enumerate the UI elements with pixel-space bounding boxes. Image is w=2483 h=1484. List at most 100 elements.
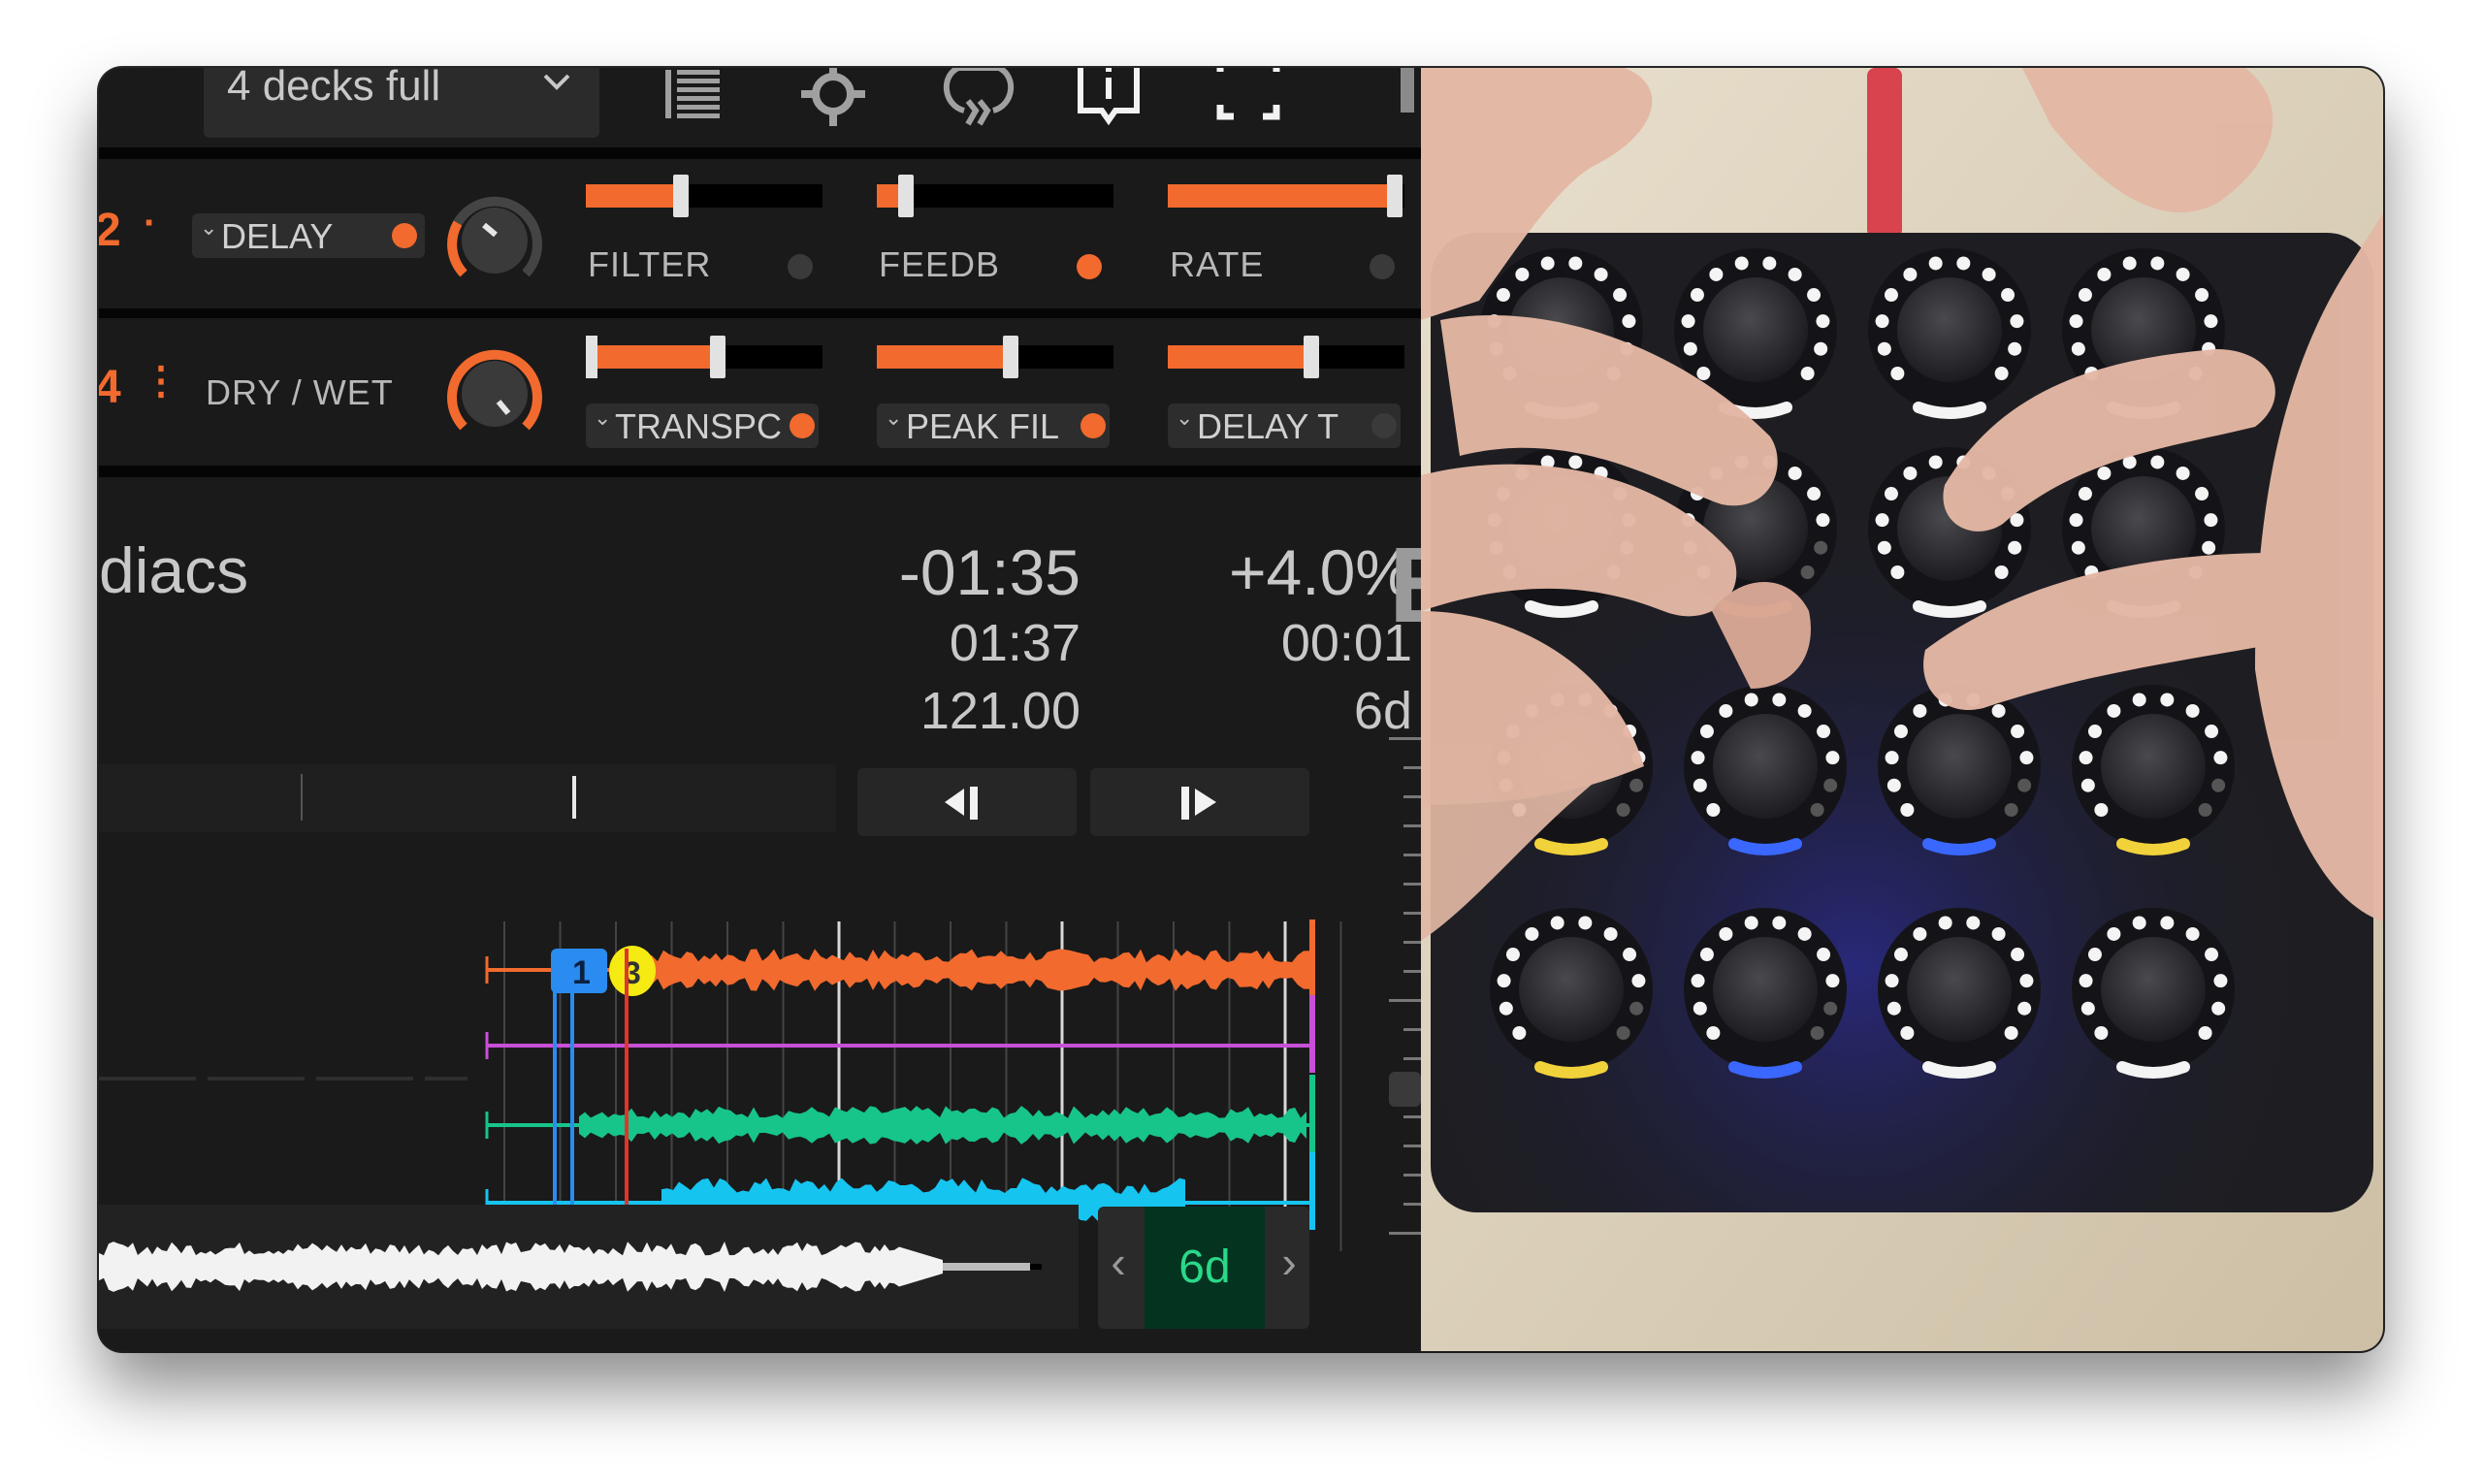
knob-led bbox=[2078, 288, 2092, 303]
knob-led bbox=[2071, 341, 2085, 356]
knob-led bbox=[1578, 916, 1593, 930]
knob-status-led bbox=[1922, 838, 1996, 855]
stem-level-other bbox=[1309, 1075, 1315, 1152]
knob-led bbox=[1814, 540, 1828, 555]
fx-unit-indicator: ⋮ bbox=[142, 360, 180, 403]
knob-led bbox=[1497, 974, 1511, 988]
fx-param-dropdown[interactable]: ⌄ DELAY T bbox=[1168, 403, 1401, 448]
beatjump-back-button[interactable] bbox=[857, 768, 1077, 836]
knob-led bbox=[2132, 916, 2146, 930]
track-overview[interactable] bbox=[99, 1205, 1079, 1329]
knob-cap bbox=[2101, 714, 2206, 819]
sync-loop-icon[interactable] bbox=[935, 68, 1022, 130]
fx-dry-wet-knob[interactable] bbox=[436, 334, 553, 450]
fx-param-dropdown[interactable]: ⌄ PEAK FIL bbox=[877, 403, 1110, 448]
fx-param-dropdown[interactable]: ⌄ TRANSPC bbox=[586, 403, 819, 448]
knob-led bbox=[1706, 1025, 1721, 1040]
knob-led bbox=[1816, 314, 1830, 329]
fx-param-label: RATE bbox=[1170, 244, 1265, 284]
knob-led bbox=[2087, 725, 2102, 739]
deck-letter: B bbox=[1389, 524, 1421, 647]
fader-tick bbox=[1403, 941, 1421, 944]
fx-param-led[interactable] bbox=[1080, 413, 1106, 438]
knob-cap bbox=[1907, 937, 2012, 1042]
fx-effect-led[interactable] bbox=[392, 223, 417, 248]
tempo-fader[interactable] bbox=[1389, 727, 1421, 1271]
knob-led bbox=[1505, 948, 1520, 962]
fx-param-led[interactable] bbox=[790, 413, 815, 438]
remaining-time: -01:35 bbox=[898, 536, 1080, 608]
knob-led bbox=[2160, 693, 2175, 707]
loop-size-display[interactable]: 6d bbox=[1145, 1207, 1265, 1329]
knob-led bbox=[1825, 974, 1840, 988]
knob-led bbox=[2185, 926, 2200, 941]
knob-led bbox=[1884, 487, 1898, 501]
knob-status-led bbox=[1728, 838, 1802, 855]
knob-led bbox=[2211, 778, 2226, 792]
knob-led bbox=[1825, 751, 1840, 765]
knob-led bbox=[1991, 703, 2006, 718]
chevron-down-icon: ⌄ bbox=[594, 405, 612, 430]
knob-graphic bbox=[447, 196, 542, 277]
knob-cap bbox=[1703, 277, 1808, 382]
fx-param-slider-filter[interactable] bbox=[586, 175, 822, 217]
fader-tick bbox=[1403, 1145, 1421, 1147]
fader-tick bbox=[1403, 1174, 1421, 1177]
knob-led bbox=[1797, 703, 1812, 718]
stem-level-vocals bbox=[1309, 1152, 1315, 1230]
knob-led bbox=[1913, 703, 1927, 718]
loop-next-button[interactable]: › bbox=[1269, 1236, 1309, 1288]
fx-unit-number: 2 bbox=[99, 205, 121, 256]
knob-led bbox=[1515, 267, 1530, 281]
browser-list-icon[interactable] bbox=[661, 68, 729, 130]
fullscreen-icon[interactable] bbox=[1214, 68, 1282, 130]
knob-led bbox=[2160, 916, 2175, 930]
stem-level-bass bbox=[1309, 995, 1315, 1073]
knob-led bbox=[2195, 487, 2209, 501]
panel-edge-button[interactable] bbox=[1401, 68, 1414, 113]
knob-led bbox=[1877, 540, 1891, 555]
knob-led bbox=[1568, 455, 1583, 469]
knob-led bbox=[1928, 256, 1943, 271]
knob-led bbox=[2213, 974, 2228, 988]
fx-effect-dropdown[interactable]: ⌄ DELAY bbox=[192, 213, 425, 258]
fx-dry-wet-knob[interactable] bbox=[436, 180, 553, 297]
knob-led bbox=[1734, 256, 1749, 271]
loop-size-control: ‹ 6d › bbox=[1098, 1207, 1309, 1329]
knob-led bbox=[2078, 487, 2092, 501]
fx-effect-label: DELAY bbox=[221, 216, 334, 256]
knob-led bbox=[1696, 366, 1711, 380]
knob-led bbox=[1817, 725, 1831, 739]
fx-param-slider-1[interactable] bbox=[586, 336, 822, 378]
fx-row-1: 2 · ⌄ DELAY FILTER FEEDB RATE bbox=[99, 159, 1421, 308]
knob-status-led bbox=[1525, 600, 1598, 618]
knob-led bbox=[1699, 725, 1714, 739]
knob-led bbox=[2205, 725, 2219, 739]
knob-led bbox=[2198, 802, 2212, 817]
stem-waveform-area[interactable]: 13 bbox=[99, 844, 1421, 1251]
beatjump-forward-button[interactable] bbox=[1090, 768, 1309, 836]
loop-prev-button[interactable]: ‹ bbox=[1098, 1236, 1139, 1288]
knob-cap bbox=[1713, 937, 1818, 1042]
fx-param-slider-rate[interactable] bbox=[1168, 175, 1404, 217]
beatgrid-ruler[interactable] bbox=[99, 764, 836, 832]
fx-param-slider-3[interactable] bbox=[1168, 336, 1404, 378]
knob-status-led bbox=[1922, 1061, 1996, 1079]
fx-param-led[interactable] bbox=[1077, 254, 1102, 279]
fx-param-slider-feedb[interactable] bbox=[877, 175, 1113, 217]
knob-led bbox=[1885, 751, 1899, 765]
layout-select[interactable]: 4 decks full bbox=[204, 68, 599, 138]
settings-gear-icon[interactable] bbox=[799, 68, 867, 130]
fx-param-slider-2[interactable] bbox=[877, 336, 1113, 378]
fx-param-led[interactable] bbox=[788, 254, 813, 279]
knob-led bbox=[1913, 926, 1927, 941]
track-title: diacs bbox=[99, 534, 249, 606]
knob-led bbox=[1603, 926, 1618, 941]
knob-led bbox=[1693, 1001, 1707, 1016]
fx-param-led[interactable] bbox=[1370, 254, 1395, 279]
fader-tick bbox=[1403, 1028, 1421, 1031]
knob-led bbox=[2008, 341, 2022, 356]
fader-tick bbox=[1403, 854, 1421, 856]
info-icon[interactable] bbox=[1075, 68, 1143, 130]
fx-param-led[interactable] bbox=[1371, 413, 1397, 438]
